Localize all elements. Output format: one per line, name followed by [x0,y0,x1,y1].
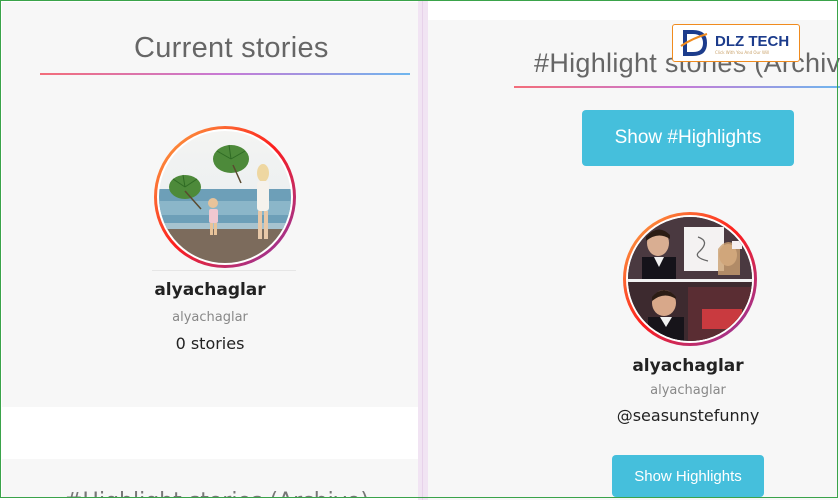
watermark-tagline: Click With You And Our Will [715,50,770,55]
couple-photo [626,215,754,343]
panel-divider [418,0,428,500]
avatar-separator [152,270,296,271]
watermark-brand: DLZ TECH [715,33,790,50]
title-underline [514,86,840,88]
current-stories-panel: Current stories alyachaglar alyachaglar … [2,2,418,498]
show-hashtag-highlights-button[interactable]: Show #Highlights [582,110,794,166]
dlz-tech-watermark: DLZ TECH Click With You And Our Will [672,24,800,62]
show-highlights-button[interactable]: Show Highlights [612,455,764,497]
profile-name[interactable]: alyachaglar [2,280,418,300]
profile-handle: alyachaglar [650,383,726,398]
highlight-name: @seasunstefunny [616,406,760,425]
current-stories-title: Current stories [134,32,329,64]
panel-gap [2,407,418,459]
profile-handle: alyachaglar [172,310,248,325]
profile-avatar[interactable] [623,212,757,346]
profile-avatar[interactable] [154,126,296,268]
lower-panel: #Highlight stories (Archive) [2,459,418,498]
highlight-stories-panel: #Highlight stories (Archive) Show #Highl… [428,0,840,500]
beach-photo [157,129,293,265]
top-strip [428,0,840,20]
dlz-logo-icon [679,28,709,58]
stories-count: 0 stories [175,334,245,353]
title-underline [40,73,410,75]
highlight-stories-title-partial: #Highlight stories (Archive) [64,489,369,498]
profile-name[interactable]: alyachaglar [428,356,840,376]
